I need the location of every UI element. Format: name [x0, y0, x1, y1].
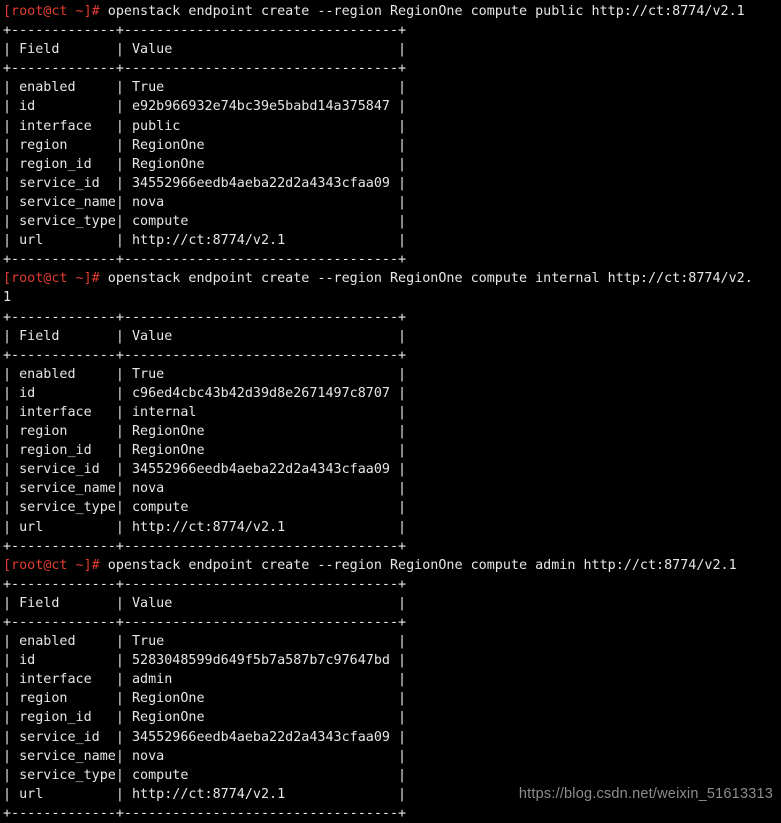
table-rule: +-------------+-------------------------…	[3, 347, 407, 363]
table-rule: +-------------+-------------------------…	[3, 615, 407, 630]
table-cell-text: | service_type| compute |	[3, 500, 407, 516]
table-cell-text: | region_id | RegionOne |	[3, 156, 407, 172]
table-cell-text: | region | RegionOne |	[3, 691, 407, 707]
table-row: | region_id | RegionOne |	[3, 155, 781, 174]
table-header-rule-3: +-------------+-------------------------…	[3, 613, 781, 632]
table-cell-text: | interface | internal |	[3, 404, 407, 420]
table-cell-text: | service_type| compute |	[3, 214, 407, 230]
table-row: | service_id | 34552966eedb4aeba22d2a434…	[3, 174, 781, 193]
table-row: | region_id | RegionOne |	[3, 441, 781, 460]
table-cell-text: | url | http://ct:8774/v2.1 |	[3, 233, 407, 249]
table-header-row: | Field | Value |	[3, 328, 407, 344]
shell-command: openstack endpoint create --region Regio…	[99, 4, 745, 19]
shell-command-wrap: 1	[3, 290, 12, 306]
table-header-rule-1: +-------------+-------------------------…	[3, 59, 781, 78]
table-cell-text: | enabled | True |	[3, 80, 407, 96]
table-header-rule-2: +-------------+-------------------------…	[3, 346, 781, 365]
shell-prompt: [root@ct ~]#	[3, 4, 100, 19]
table-cell-text: | url | http://ct:8774/v2.1 |	[3, 786, 407, 802]
table-top-rule-3: +-------------+-------------------------…	[3, 575, 781, 594]
command-line-3: [root@ct ~]# openstack endpoint create -…	[3, 556, 781, 575]
table-top-rule-2: +-------------+-------------------------…	[3, 308, 781, 327]
table-row: | service_type| compute |	[3, 766, 781, 785]
table-rule: +-------------+-------------------------…	[3, 538, 407, 554]
table-cell-text: | region | RegionOne |	[3, 424, 407, 440]
table-cell-text: | service_id | 34552966eedb4aeba22d2a434…	[3, 462, 407, 478]
command-line-wrap-2: 1	[3, 288, 781, 307]
shell-prompt: [root@ct ~]#	[3, 271, 100, 287]
table-row: | interface | admin |	[3, 670, 781, 689]
shell-command: openstack endpoint create --region Regio…	[99, 557, 737, 573]
table-row: | service_id | 34552966eedb4aeba22d2a434…	[3, 460, 781, 479]
table-row: | service_name| nova |	[3, 479, 781, 498]
table-cell-text: | enabled | True |	[3, 634, 407, 650]
table-row: | url | http://ct:8774/v2.1 |	[3, 518, 781, 537]
table-rule: +-------------+-------------------------…	[3, 61, 407, 77]
shell-prompt: [root@ct ~]#	[3, 557, 100, 573]
table-row: | id | 5283048599d649f5b7a587b7c97647bd …	[3, 651, 781, 670]
table-cell-text: | interface | public |	[3, 118, 407, 134]
table-rule: +-------------+-------------------------…	[3, 252, 407, 268]
table-row: | enabled | True |	[3, 632, 781, 651]
table-cell-text: | url | http://ct:8774/v2.1 |	[3, 519, 407, 535]
table-row: | region_id | RegionOne |	[3, 708, 781, 727]
shell-command: openstack endpoint create --region Regio…	[99, 271, 753, 287]
table-row: | service_name| nova |	[3, 193, 781, 212]
table-cell-text: | region | RegionOne |	[3, 137, 407, 153]
table-row: | enabled | True |	[3, 365, 781, 384]
table-row: | url | http://ct:8774/v2.1 |	[3, 231, 781, 250]
table-header-row: | Field | Value |	[3, 42, 407, 58]
table-bottom-rule-3: +-------------+-------------------------…	[3, 804, 781, 823]
table-cell-text: | region_id | RegionOne |	[3, 710, 407, 726]
table-rule: +-------------+-------------------------…	[3, 576, 407, 592]
table-row: | service_type| compute |	[3, 498, 781, 517]
table-row: | interface | internal |	[3, 403, 781, 422]
table-cell-text: | service_id | 34552966eedb4aeba22d2a434…	[3, 729, 407, 745]
table-bottom-rule-1: +-------------+-------------------------…	[3, 250, 781, 269]
table-top-rule-1: +-------------+-------------------------…	[3, 21, 781, 40]
table-cell-text: | service_name| nova |	[3, 748, 407, 764]
table-row: | service_type| compute |	[3, 212, 781, 231]
watermark-text: https://blog.csdn.net/weixin_51613313	[518, 786, 773, 802]
table-cell-text: | service_id | 34552966eedb4aeba22d2a434…	[3, 175, 407, 191]
table-cell-text: | interface | admin |	[3, 672, 407, 688]
table-row: | interface | public |	[3, 117, 781, 136]
table-bottom-rule-2: +-------------+-------------------------…	[3, 537, 781, 556]
table-row: | region | RegionOne |	[3, 422, 781, 441]
table-row: | service_name| nova |	[3, 747, 781, 766]
table-row: | region | RegionOne |	[3, 136, 781, 155]
table-row: | id | e92b966932e74bc39e5babd14a375847 …	[3, 97, 781, 116]
table-cell-text: | id | c96ed4cbc43b42d39d8e2671497c8707 …	[3, 385, 407, 401]
table-header-row: | Field | Value |	[3, 595, 407, 611]
table-header-3: | Field | Value |	[3, 594, 781, 613]
table-cell-text: | service_name| nova |	[3, 194, 407, 210]
table-rule: +-------------+-------------------------…	[3, 309, 407, 325]
table-header-2: | Field | Value |	[3, 327, 781, 346]
table-cell-text: | enabled | True |	[3, 366, 407, 382]
table-cell-text: | id | e92b966932e74bc39e5babd14a375847 …	[3, 99, 407, 115]
table-header-1: | Field | Value |	[3, 40, 781, 59]
terminal-output[interactable]: [root@ct ~]# openstack endpoint create -…	[0, 0, 781, 821]
table-rule: +-------------+-------------------------…	[3, 23, 407, 39]
table-row: | id | c96ed4cbc43b42d39d8e2671497c8707 …	[3, 384, 781, 403]
table-row: | enabled | True |	[3, 78, 781, 97]
table-row: | service_id | 34552966eedb4aeba22d2a434…	[3, 728, 781, 747]
table-cell-text: | service_name| nova |	[3, 481, 407, 497]
table-row: | region | RegionOne |	[3, 689, 781, 708]
command-line-1: [root@ct ~]# openstack endpoint create -…	[3, 2, 781, 21]
command-line-2: [root@ct ~]# openstack endpoint create -…	[3, 269, 781, 288]
table-cell-text: | id | 5283048599d649f5b7a587b7c97647bd …	[3, 653, 407, 669]
table-cell-text: | service_type| compute |	[3, 767, 407, 783]
table-cell-text: | region_id | RegionOne |	[3, 443, 407, 459]
